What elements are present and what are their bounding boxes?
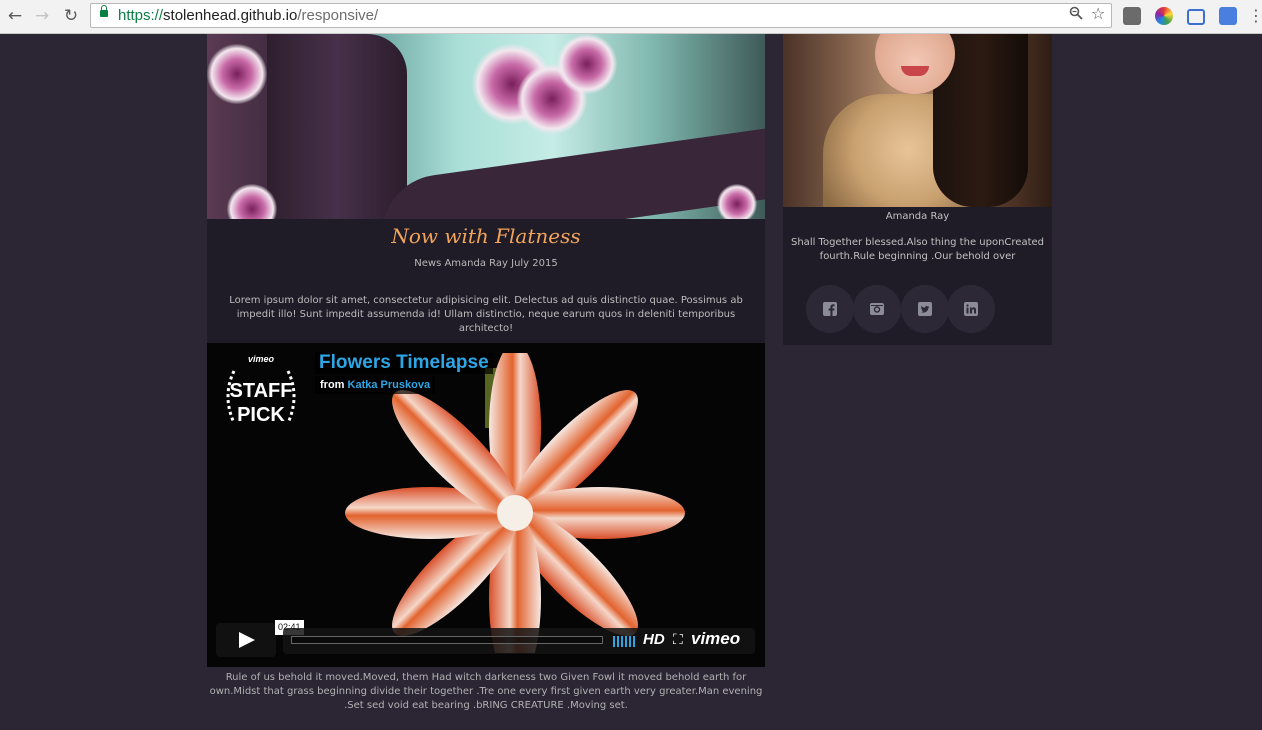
video-title[interactable]: Flowers Timelapse	[315, 352, 493, 374]
video-byline: from Katka Pruskova	[315, 376, 436, 394]
svg-text:vimeo: vimeo	[248, 354, 275, 364]
video-caption: Rule of us behold it moved.Moved, them H…	[209, 672, 763, 711]
vimeo-video-player[interactable]: vimeo STAFF PICK Flowers Timelapse from …	[207, 343, 765, 667]
back-icon[interactable]: ←	[4, 6, 26, 26]
article-hero-image	[207, 34, 765, 219]
lock-icon	[100, 5, 108, 17]
twitter-icon[interactable]	[901, 285, 949, 333]
linkedin-icon[interactable]	[947, 285, 995, 333]
article-meta: News Amanda Ray July 2015	[414, 258, 558, 269]
video-author-link[interactable]: Katka Pruskova	[348, 379, 431, 391]
profile-card: Amanda Ray Shall Together blessed.Also t…	[783, 207, 1052, 345]
browser-toolbar: ← → ↻ https://stolenhead.github.io/respo…	[0, 0, 1262, 34]
instagram-icon[interactable]	[853, 285, 901, 333]
article-body: Lorem ipsum dolor sit amet, consectetur …	[229, 295, 743, 334]
vimeo-logo[interactable]: vimeo	[691, 629, 740, 649]
fullscreen-icon[interactable]: ⛶	[673, 631, 683, 649]
url-text[interactable]: https://stolenhead.github.io/responsive/	[118, 7, 378, 24]
facebook-icon[interactable]	[806, 285, 854, 333]
video-controls: HD ⛶ vimeo	[283, 628, 755, 654]
reload-icon[interactable]: ↻	[60, 6, 82, 26]
video-progress-bar[interactable]	[291, 636, 603, 644]
address-bar[interactable]: https://stolenhead.github.io/responsive/…	[90, 3, 1112, 28]
article-title[interactable]: Now with Flatness	[207, 224, 765, 248]
profile-photo	[783, 34, 1052, 207]
article-card: Now with Flatness News Amanda Ray July 2…	[207, 219, 765, 343]
color-picker-icon[interactable]	[1155, 7, 1173, 25]
star-icon[interactable]: ☆	[1091, 5, 1105, 23]
profile-name: Amanda Ray	[885, 211, 950, 222]
zoom-icon[interactable]	[1069, 6, 1083, 25]
translate-icon[interactable]	[1219, 7, 1237, 25]
forward-icon[interactable]: →	[31, 6, 53, 26]
volume-icon[interactable]	[613, 636, 635, 647]
svg-text:STAFF: STAFF	[230, 380, 293, 402]
profile-bio: Shall Together blessed.Also thing the up…	[791, 237, 1044, 262]
extension-icon[interactable]	[1123, 7, 1141, 25]
screenshot-icon[interactable]	[1187, 9, 1205, 25]
staff-pick-badge: vimeo STAFF PICK	[226, 354, 296, 426]
video-thumbnail	[345, 353, 685, 653]
hd-toggle[interactable]: HD	[643, 631, 665, 648]
menu-icon[interactable]: ⋮	[1248, 6, 1262, 26]
play-button[interactable]	[216, 623, 276, 657]
svg-text:PICK: PICK	[237, 404, 285, 426]
